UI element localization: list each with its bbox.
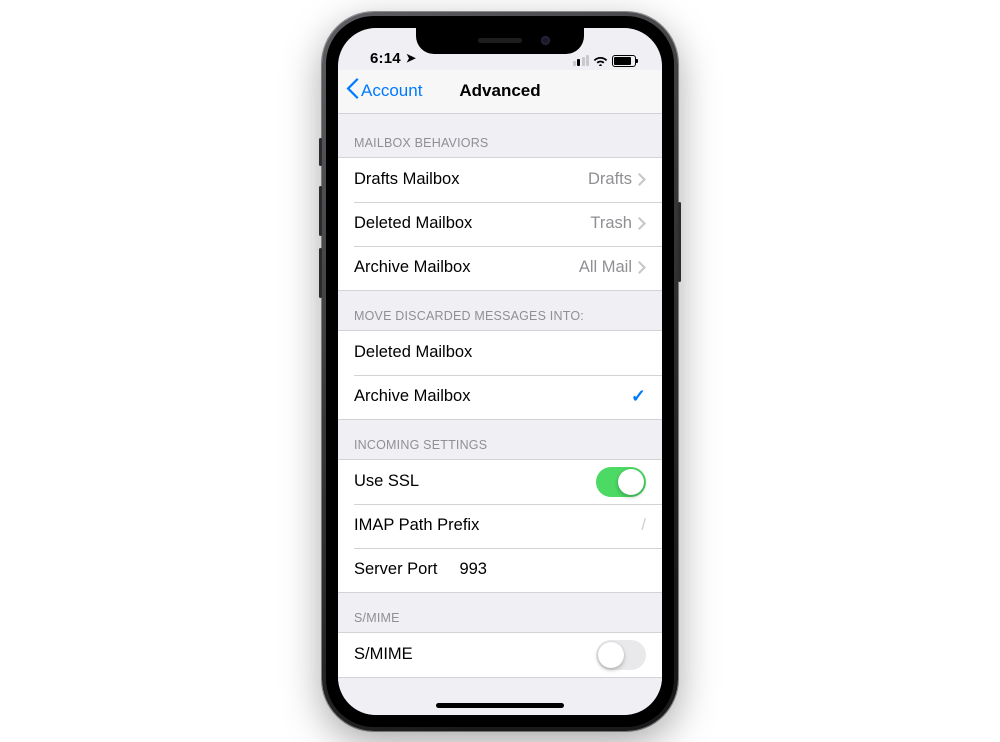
row-value: Drafts xyxy=(588,170,632,189)
row-deleted-mailbox[interactable]: Deleted Mailbox Trash xyxy=(338,202,662,246)
row-label: S/MIME xyxy=(354,645,596,664)
row-drafts-mailbox[interactable]: Drafts Mailbox Drafts xyxy=(338,158,662,202)
row-label: Archive Mailbox xyxy=(354,387,631,406)
row-value: / xyxy=(641,516,646,535)
row-label: Server Port xyxy=(354,560,437,579)
section-header-mailbox-behaviors: MAILBOX BEHAVIORS xyxy=(338,114,662,157)
row-label: Use SSL xyxy=(354,472,596,491)
cellular-signal-icon xyxy=(573,55,590,66)
back-button[interactable]: Account xyxy=(346,78,422,104)
wifi-icon xyxy=(593,55,608,66)
row-value: 993 xyxy=(459,560,487,579)
volume-down-button xyxy=(319,248,322,298)
option-deleted-mailbox[interactable]: Deleted Mailbox xyxy=(338,331,662,375)
group-smime: S/MIME xyxy=(338,632,662,678)
group-mailbox-behaviors: Drafts Mailbox Drafts Deleted Mailbox Tr… xyxy=(338,157,662,291)
group-incoming: Use SSL IMAP Path Prefix / Server Port 9… xyxy=(338,459,662,593)
row-label: IMAP Path Prefix xyxy=(354,516,633,535)
row-value: Trash xyxy=(590,214,632,233)
battery-icon xyxy=(612,55,636,67)
clock-time: 6:14 xyxy=(370,50,401,67)
checkmark-icon: ✓ xyxy=(631,386,646,407)
mute-switch xyxy=(319,138,322,166)
row-label: Archive Mailbox xyxy=(354,258,579,277)
earpiece-speaker xyxy=(478,38,522,43)
row-archive-mailbox[interactable]: Archive Mailbox All Mail xyxy=(338,246,662,290)
chevron-right-icon xyxy=(638,173,646,186)
chevron-left-icon xyxy=(346,78,359,104)
section-header-move-discarded: MOVE DISCARDED MESSAGES INTO: xyxy=(338,291,662,330)
option-archive-mailbox[interactable]: Archive Mailbox ✓ xyxy=(338,375,662,419)
screen: 6:14 ➤ Account xyxy=(338,28,662,715)
section-header-incoming: INCOMING SETTINGS xyxy=(338,420,662,459)
side-power-button xyxy=(678,202,681,282)
status-right xyxy=(573,55,637,67)
toggle-smime[interactable] xyxy=(596,640,646,670)
phone-device-frame: 6:14 ➤ Account xyxy=(322,12,678,731)
group-move-discarded: Deleted Mailbox Archive Mailbox ✓ xyxy=(338,330,662,420)
row-smime: S/MIME xyxy=(338,633,662,677)
volume-up-button xyxy=(319,186,322,236)
chevron-right-icon xyxy=(638,217,646,230)
row-label: Deleted Mailbox xyxy=(354,343,646,362)
row-label: Drafts Mailbox xyxy=(354,170,588,189)
navigation-bar: Account Advanced xyxy=(338,70,662,114)
row-label: Deleted Mailbox xyxy=(354,214,590,233)
status-left: 6:14 ➤ xyxy=(370,50,416,67)
toggle-use-ssl[interactable] xyxy=(596,467,646,497)
row-server-port[interactable]: Server Port 993 xyxy=(338,548,662,592)
section-header-smime: S/MIME xyxy=(338,593,662,632)
row-value: All Mail xyxy=(579,258,632,277)
back-button-label: Account xyxy=(361,81,422,101)
location-services-icon: ➤ xyxy=(406,51,416,65)
chevron-right-icon xyxy=(638,261,646,274)
row-use-ssl: Use SSL xyxy=(338,460,662,504)
settings-content: MAILBOX BEHAVIORS Drafts Mailbox Drafts … xyxy=(338,114,662,715)
row-imap-path-prefix[interactable]: IMAP Path Prefix / xyxy=(338,504,662,548)
home-indicator[interactable] xyxy=(436,703,564,708)
notch xyxy=(416,27,584,54)
front-camera xyxy=(541,36,550,45)
